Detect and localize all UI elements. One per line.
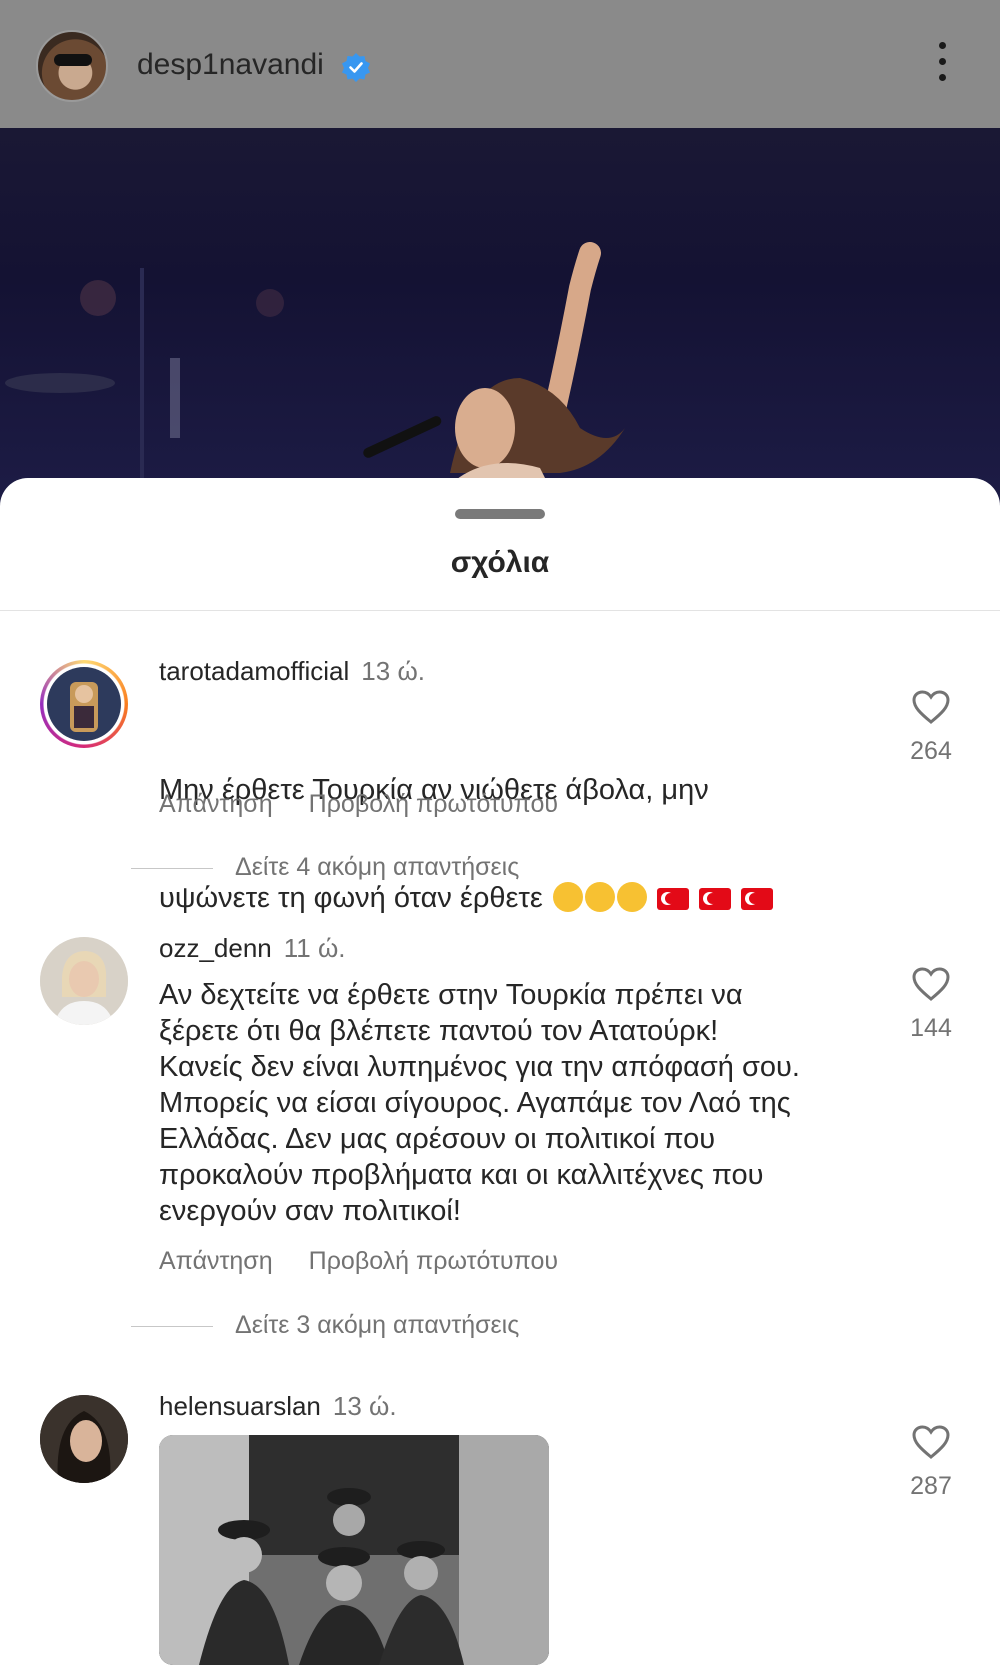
heart-icon[interactable] (912, 967, 950, 1001)
sheet-title: σχόλια (450, 546, 550, 579)
reply-button[interactable]: Απάντηση (159, 790, 273, 818)
comment-time: 11 ώ. (283, 933, 346, 963)
like-control: 264 (908, 690, 954, 766)
comment-time: 13 ώ. (361, 656, 425, 686)
comment-username[interactable]: ozz_denn 11 ώ. (159, 933, 346, 964)
reply-button[interactable]: Απάντηση (159, 1247, 273, 1275)
verified-badge-icon (342, 53, 370, 82)
rofl-emoji-icon (616, 882, 647, 912)
profile-avatar[interactable] (36, 30, 108, 102)
turkey-flag-icon (698, 888, 731, 910)
comment-actions: Απάντηση Προβολή πρωτότυπου (159, 790, 594, 819)
header-username[interactable]: desp1navandi (137, 48, 324, 82)
view-original-button[interactable]: Προβολή πρωτότυπου (309, 1247, 558, 1275)
divider (0, 610, 1000, 611)
commenter-avatar[interactable] (40, 937, 128, 1025)
comment-actions: Απάντηση Προβολή πρωτότυπου (159, 1247, 594, 1276)
like-control: 144 (908, 967, 954, 1043)
more-options-icon[interactable] (934, 42, 950, 90)
view-more-replies[interactable]: Δείτε 3 ακόμη απαντήσεις (131, 1311, 519, 1340)
comment-username[interactable]: tarotadamofficial 13 ώ. (159, 656, 425, 687)
turkey-flag-icon (656, 888, 689, 910)
like-control: 287 (908, 1425, 954, 1501)
laughing-emoji-icon (552, 882, 583, 912)
like-count: 287 (910, 1472, 952, 1500)
heart-icon[interactable] (912, 1425, 950, 1459)
comment-image[interactable] (159, 1435, 549, 1665)
like-count: 264 (910, 737, 952, 765)
post-header: desp1navandi (0, 0, 1000, 128)
post-photo (0, 128, 1000, 508)
turkey-flag-icon (740, 888, 773, 910)
view-more-replies[interactable]: Δείτε 4 ακόμη απαντήσεις (131, 853, 519, 882)
view-original-button[interactable]: Προβολή πρωτότυπου (309, 790, 558, 818)
comment-time: 13 ώ. (332, 1391, 397, 1421)
sweat-smile-emoji-icon (584, 882, 615, 912)
commenter-avatar[interactable] (40, 1395, 128, 1483)
comment-text: Αν δεχτείτε να έρθετε στην Τουρκία πρέπε… (159, 979, 800, 1227)
heart-icon[interactable] (912, 690, 950, 724)
drag-handle[interactable] (455, 509, 545, 519)
commenter-avatar[interactable] (40, 660, 128, 748)
like-count: 144 (910, 1014, 952, 1042)
comment-username[interactable]: helensuarslan 13 ώ. (159, 1391, 397, 1422)
